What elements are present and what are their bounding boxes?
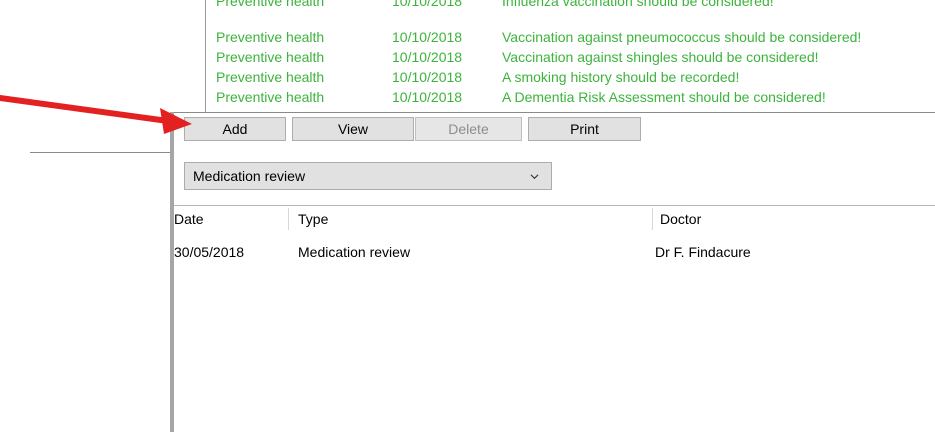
chevron-down-icon [530,174,539,180]
view-button[interactable]: View [292,117,414,141]
column-header-label: Date [174,211,204,227]
reminder-date: 10/10/2018 [392,0,463,9]
reminder-category: Preventive health [216,89,325,105]
reminder-date: 10/10/2018 [392,89,463,105]
cell-doctor: Dr F. Findacure [655,244,751,260]
left-panel-divider [30,152,170,153]
reminder-category: Preventive health [216,0,325,9]
reminder-date: 10/10/2018 [392,29,463,45]
column-header-label: Doctor [660,211,702,227]
column-header-date[interactable]: Date [174,206,286,232]
reminder-message: A Dementia Risk Assessment should be con… [502,89,826,105]
cell-date: 30/05/2018 [174,244,245,260]
vertical-splitter[interactable] [170,112,174,432]
reminders-list[interactable]: Preventive health 10/10/2018 Influenza v… [205,0,935,112]
record-type-dropdown[interactable]: Medication review [184,162,552,190]
column-separator[interactable] [288,208,289,230]
cell-type: Medication review [298,244,411,260]
reminder-message: Influenza vaccination should be consider… [502,0,774,9]
panel-divider [170,112,935,113]
reminder-category: Preventive health [216,69,325,85]
reminder-category: Preventive health [216,49,325,65]
column-header-label: Type [298,211,329,227]
column-header-type[interactable]: Type [298,206,648,232]
reminder-category: Preventive health [216,29,325,45]
delete-button[interactable]: Delete [415,117,522,141]
reminder-message: Vaccination against shingles should be c… [502,49,819,65]
reminder-message: Vaccination against pneumococcus should … [502,29,862,45]
reminder-date: 10/10/2018 [392,49,463,65]
reminder-date: 10/10/2018 [392,69,463,85]
dropdown-selected-value: Medication review [193,168,306,184]
print-button[interactable]: Print [528,117,641,141]
reminder-message: A smoking history should be recorded! [502,69,740,85]
column-separator[interactable] [652,208,653,230]
red-arrow-icon [0,95,192,134]
column-header-doctor[interactable]: Doctor [660,206,930,232]
